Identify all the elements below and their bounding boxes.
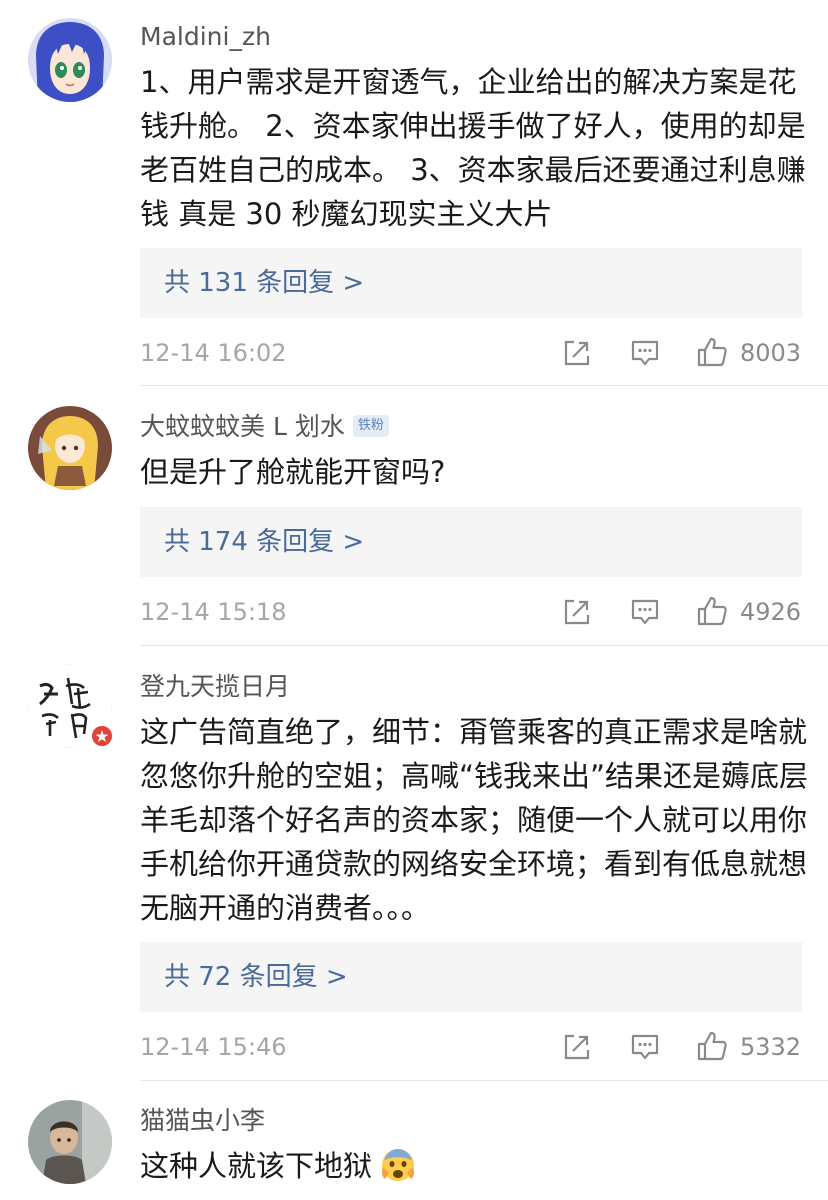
avatar[interactable] bbox=[28, 1100, 112, 1184]
divider bbox=[140, 385, 828, 386]
comment-text: 但是升了舱就能开窗吗? bbox=[140, 455, 446, 489]
comment-text: 这广告简直绝了，细节：甭管乘客的真正需求是啥就忽悠你升舱的空姐；高喊“钱我来出”… bbox=[140, 715, 809, 925]
avatar[interactable] bbox=[28, 406, 112, 490]
divider bbox=[140, 1080, 828, 1081]
username[interactable]: 猫猫虫小李 bbox=[140, 1106, 265, 1136]
like-count: 8003 bbox=[740, 339, 802, 367]
avatar[interactable] bbox=[28, 664, 114, 748]
avatar[interactable] bbox=[28, 18, 112, 102]
username-text: 大蚊蚊蚊美 L 划水 bbox=[140, 412, 345, 441]
view-replies-link[interactable]: 共 72 条回复 > bbox=[140, 942, 802, 1012]
view-replies-link[interactable]: 共 131 条回复 > bbox=[140, 248, 802, 318]
comment-text: 1、用户需求是开窗透气，企业给出的解决方案是花钱升舱。 2、资本家伸出援手做了好… bbox=[140, 65, 806, 231]
thumbs-up-icon[interactable] bbox=[696, 595, 728, 627]
like-count: 5332 bbox=[740, 1033, 802, 1061]
divider bbox=[140, 645, 828, 646]
timestamp: 12-14 16:02 bbox=[140, 339, 287, 367]
comment-icon[interactable] bbox=[630, 338, 660, 368]
comment-text-content: 这种人就该下地狱 bbox=[140, 1149, 373, 1183]
timestamp: 12-14 15:18 bbox=[140, 598, 287, 626]
view-replies-link[interactable]: 共 174 条回复 > bbox=[140, 507, 802, 577]
like-count: 4926 bbox=[740, 598, 802, 626]
verified-badge-icon bbox=[90, 724, 114, 748]
comment-icon[interactable] bbox=[630, 597, 660, 627]
share-icon[interactable] bbox=[562, 1032, 592, 1062]
comment-icon[interactable] bbox=[630, 1032, 660, 1062]
thumbs-up-icon[interactable] bbox=[696, 336, 728, 368]
share-icon[interactable] bbox=[562, 597, 592, 627]
username[interactable]: 登九天揽日月 bbox=[140, 672, 290, 702]
username[interactable]: Maldini_zh bbox=[140, 22, 271, 52]
share-icon[interactable] bbox=[562, 338, 592, 368]
comment-text: 这种人就该下地狱 bbox=[140, 1144, 810, 1188]
thumbs-up-icon[interactable] bbox=[696, 1030, 728, 1062]
timestamp: 12-14 15:46 bbox=[140, 1033, 287, 1061]
fearful-face-emoji-icon bbox=[381, 1149, 415, 1181]
fan-badge: 铁粉 bbox=[352, 415, 389, 437]
username[interactable]: 大蚊蚊蚊美 L 划水 铁粉 bbox=[140, 412, 389, 442]
